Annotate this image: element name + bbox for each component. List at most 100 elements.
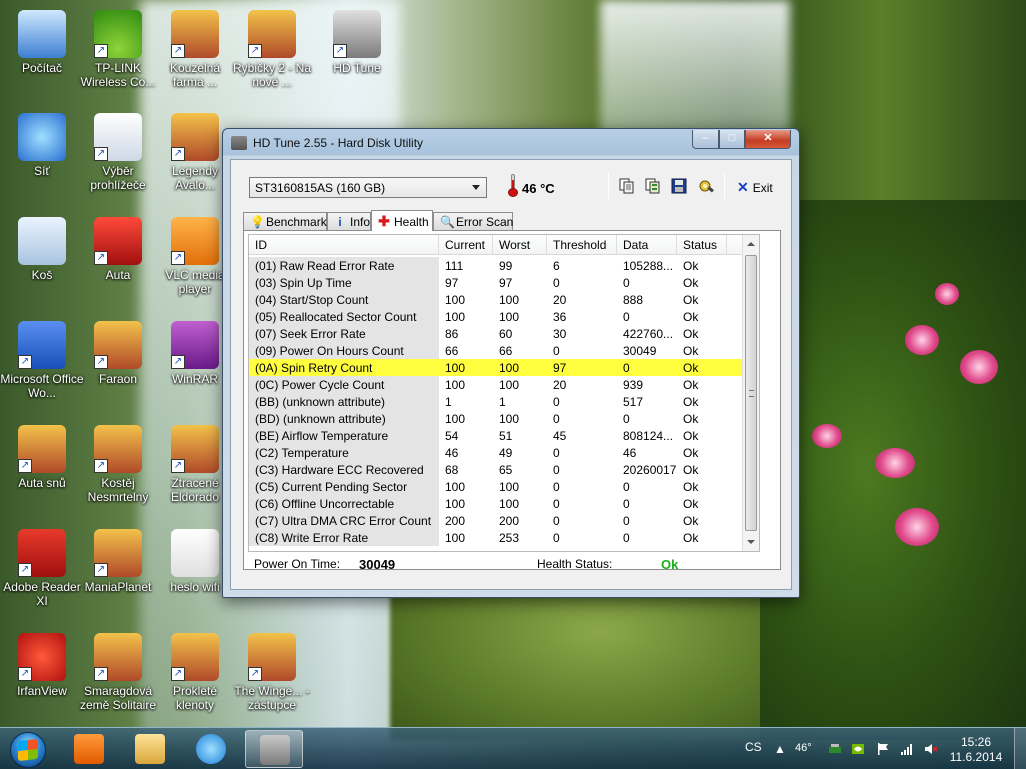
scroll-down-arrow-icon[interactable] bbox=[747, 540, 755, 544]
taskbar-media-player[interactable] bbox=[60, 730, 118, 768]
taskbar-explorer[interactable] bbox=[121, 730, 179, 768]
taskbar-internet-explorer[interactable] bbox=[182, 730, 240, 768]
vertical-scrollbar[interactable] bbox=[742, 235, 759, 551]
desktop-icon[interactable]: ↗ Smaragdová země Solitaire bbox=[76, 633, 160, 712]
cell-status: Ok bbox=[683, 412, 699, 426]
save-icon[interactable] bbox=[670, 177, 688, 195]
start-button[interactable] bbox=[2, 729, 52, 769]
cell-data: 888 bbox=[623, 293, 644, 307]
maximize-button[interactable]: □ bbox=[719, 130, 745, 149]
browser-choice-icon: ↗ bbox=[94, 113, 142, 161]
desktop-icon[interactable]: ↗ Rybičky 2 - Na nové ... bbox=[230, 10, 314, 89]
table-row[interactable]: (C7) Ultra DMA CRC Error Count 200 200 0 0 Ok bbox=[249, 512, 759, 529]
table-row[interactable]: (03) Spin Up Time 97 97 0 0 Ok bbox=[249, 274, 759, 291]
table-row[interactable]: (C5) Current Pending Sector 100 100 0 0 Ok bbox=[249, 478, 759, 495]
drive-select-value: ST3160815AS (160 GB) bbox=[255, 181, 386, 195]
minimize-button[interactable]: – bbox=[692, 130, 719, 149]
shortcut-arrow-icon: ↗ bbox=[18, 355, 32, 369]
desktop-icon[interactable]: ↗ Auta snů bbox=[0, 425, 84, 490]
nvidia-icon[interactable] bbox=[851, 742, 865, 756]
system-clock[interactable]: 15:26 11.6.2014 bbox=[946, 735, 1006, 765]
table-row[interactable]: (C3) Hardware ECC Recovered 68 65 0 20260017… bbox=[249, 461, 759, 478]
tray-temperature[interactable]: 46° bbox=[795, 742, 812, 754]
game-icon: ↗ bbox=[171, 425, 219, 473]
table-row[interactable]: (07) Seek Error Rate 86 60 30 422760... Ok bbox=[249, 325, 759, 342]
volume-muted-icon[interactable] bbox=[924, 742, 938, 756]
desktop-icon[interactable]: ↗ Auta bbox=[76, 217, 160, 282]
copy-icon[interactable] bbox=[618, 177, 636, 195]
table-row[interactable]: (0A) Spin Retry Count 100 100 97 0 Ok bbox=[249, 359, 759, 376]
desktop-icon[interactable]: ↗ Výběr prohlížeče bbox=[76, 113, 160, 192]
tab-health[interactable]: ✚ Health bbox=[371, 210, 433, 231]
cell-current: 46 bbox=[445, 446, 459, 460]
cell-worst: 97 bbox=[499, 276, 513, 290]
desktop-icon[interactable]: ↗ Microsoft Office Wo... bbox=[0, 321, 84, 400]
desktop-icon-label: Kostěj Nesmrtelný bbox=[87, 476, 149, 504]
table-row[interactable]: (09) Power On Hours Count 66 66 0 30049 Ok bbox=[249, 342, 759, 359]
taskbar-hdtune[interactable] bbox=[245, 730, 303, 768]
cell-worst: 99 bbox=[499, 259, 513, 273]
tab-info[interactable]: i Info bbox=[327, 212, 371, 230]
desktop-icon[interactable]: Síť bbox=[0, 113, 84, 178]
show-desktop-button[interactable] bbox=[1014, 728, 1026, 769]
scrollbar-thumb[interactable] bbox=[745, 255, 757, 531]
cell-threshold: 0 bbox=[553, 276, 560, 290]
cell-threshold: 30 bbox=[553, 327, 567, 341]
desktop-icon[interactable]: Počítač bbox=[0, 10, 84, 75]
desktop-icon[interactable]: ↗ ManiaPlanet bbox=[76, 529, 160, 594]
column-header-status[interactable]: Status bbox=[677, 235, 727, 255]
table-row[interactable]: (01) Raw Read Error Rate 111 99 6 105288... O… bbox=[249, 257, 759, 274]
column-header-threshold[interactable]: Threshold bbox=[547, 235, 617, 255]
desktop-icon[interactable]: ↗ The Winge... - zástupce bbox=[230, 633, 314, 712]
cell-data: 0 bbox=[623, 531, 630, 545]
desktop-icon[interactable]: ↗ Faraon bbox=[76, 321, 160, 386]
table-row[interactable]: (C2) Temperature 46 49 0 46 Ok bbox=[249, 444, 759, 461]
exit-button[interactable]: ✕ Exit bbox=[737, 179, 773, 196]
title-bar[interactable]: HD Tune 2.55 - Hard Disk Utility – □ ✕ bbox=[223, 129, 799, 157]
tab-error-scan[interactable]: 🔍Error Scan bbox=[433, 212, 513, 230]
hdtune-window[interactable]: HD Tune 2.55 - Hard Disk Utility – □ ✕ S… bbox=[222, 128, 800, 598]
cell-attribute-id: (09) Power On Hours Count bbox=[249, 342, 439, 359]
cell-current: 1 bbox=[445, 395, 452, 409]
shortcut-arrow-icon: ↗ bbox=[248, 44, 262, 58]
wifi-signal-icon[interactable] bbox=[900, 742, 914, 756]
desktop-icon[interactable]: ↗ TP-LINK Wireless Co... bbox=[76, 10, 160, 89]
column-header-data[interactable]: Data bbox=[617, 235, 677, 255]
drive-select[interactable]: ST3160815AS (160 GB) bbox=[249, 177, 487, 198]
options-icon[interactable] bbox=[697, 177, 715, 195]
smart-table[interactable]: ID Current Worst Threshold Data Status (… bbox=[248, 234, 760, 552]
column-header-current[interactable]: Current bbox=[439, 235, 493, 255]
table-row[interactable]: (0C) Power Cycle Count 100 100 20 939 Ok bbox=[249, 376, 759, 393]
table-row[interactable]: (BD) (unknown attribute) 100 100 0 0 Ok bbox=[249, 410, 759, 427]
game-icon: ↗ bbox=[94, 425, 142, 473]
desktop-icon[interactable]: ↗ HD Tune bbox=[315, 10, 399, 75]
gpu-monitor-icon[interactable] bbox=[828, 742, 842, 756]
desktop-icon[interactable]: ↗ Kouzelná farma ... bbox=[153, 10, 237, 89]
column-header-id[interactable]: ID bbox=[249, 235, 439, 255]
desktop-icon[interactable]: ↗ Prokleté klenoty bbox=[153, 633, 237, 712]
desktop-icon[interactable]: ↗ Kostěj Nesmrtelný bbox=[76, 425, 160, 504]
table-row[interactable]: (05) Reallocated Sector Count 100 100 36 0 Ok bbox=[249, 308, 759, 325]
copy-all-icon[interactable] bbox=[644, 177, 662, 195]
desktop-icon[interactable]: ↗ Adobe Reader XI bbox=[0, 529, 84, 608]
tab-benchmark[interactable]: 💡Benchmark bbox=[243, 212, 327, 230]
desktop-icon-label: Výběr prohlížeče bbox=[90, 164, 146, 192]
table-row[interactable]: (BE) Airflow Temperature 54 51 45 808124... O… bbox=[249, 427, 759, 444]
close-button[interactable]: ✕ bbox=[745, 130, 791, 149]
desktop-icon[interactable]: Koš bbox=[0, 217, 84, 282]
cell-worst: 100 bbox=[499, 497, 520, 511]
action-center-flag-icon[interactable] bbox=[876, 742, 890, 756]
desktop-icon-label: Adobe Reader XI bbox=[3, 580, 81, 608]
table-row[interactable]: (C6) Offline Uncorrectable 100 100 0 0 Ok bbox=[249, 495, 759, 512]
cell-attribute-id: (C6) Offline Uncorrectable bbox=[249, 495, 439, 512]
column-header-worst[interactable]: Worst bbox=[493, 235, 547, 255]
game-icon: ↗ bbox=[171, 633, 219, 681]
table-row[interactable]: (C8) Write Error Rate 100 253 0 0 Ok bbox=[249, 529, 759, 546]
table-row[interactable]: (BB) (unknown attribute) 1 1 0 517 Ok bbox=[249, 393, 759, 410]
desktop-icon[interactable]: ↗ IrfanView bbox=[0, 633, 84, 698]
language-indicator[interactable]: CS bbox=[745, 740, 762, 754]
table-row[interactable]: (04) Start/Stop Count 100 100 20 888 Ok bbox=[249, 291, 759, 308]
scroll-up-arrow-icon[interactable] bbox=[747, 242, 755, 246]
cell-threshold: 0 bbox=[553, 344, 560, 358]
tray-expand-icon[interactable]: ▲ bbox=[774, 742, 788, 756]
